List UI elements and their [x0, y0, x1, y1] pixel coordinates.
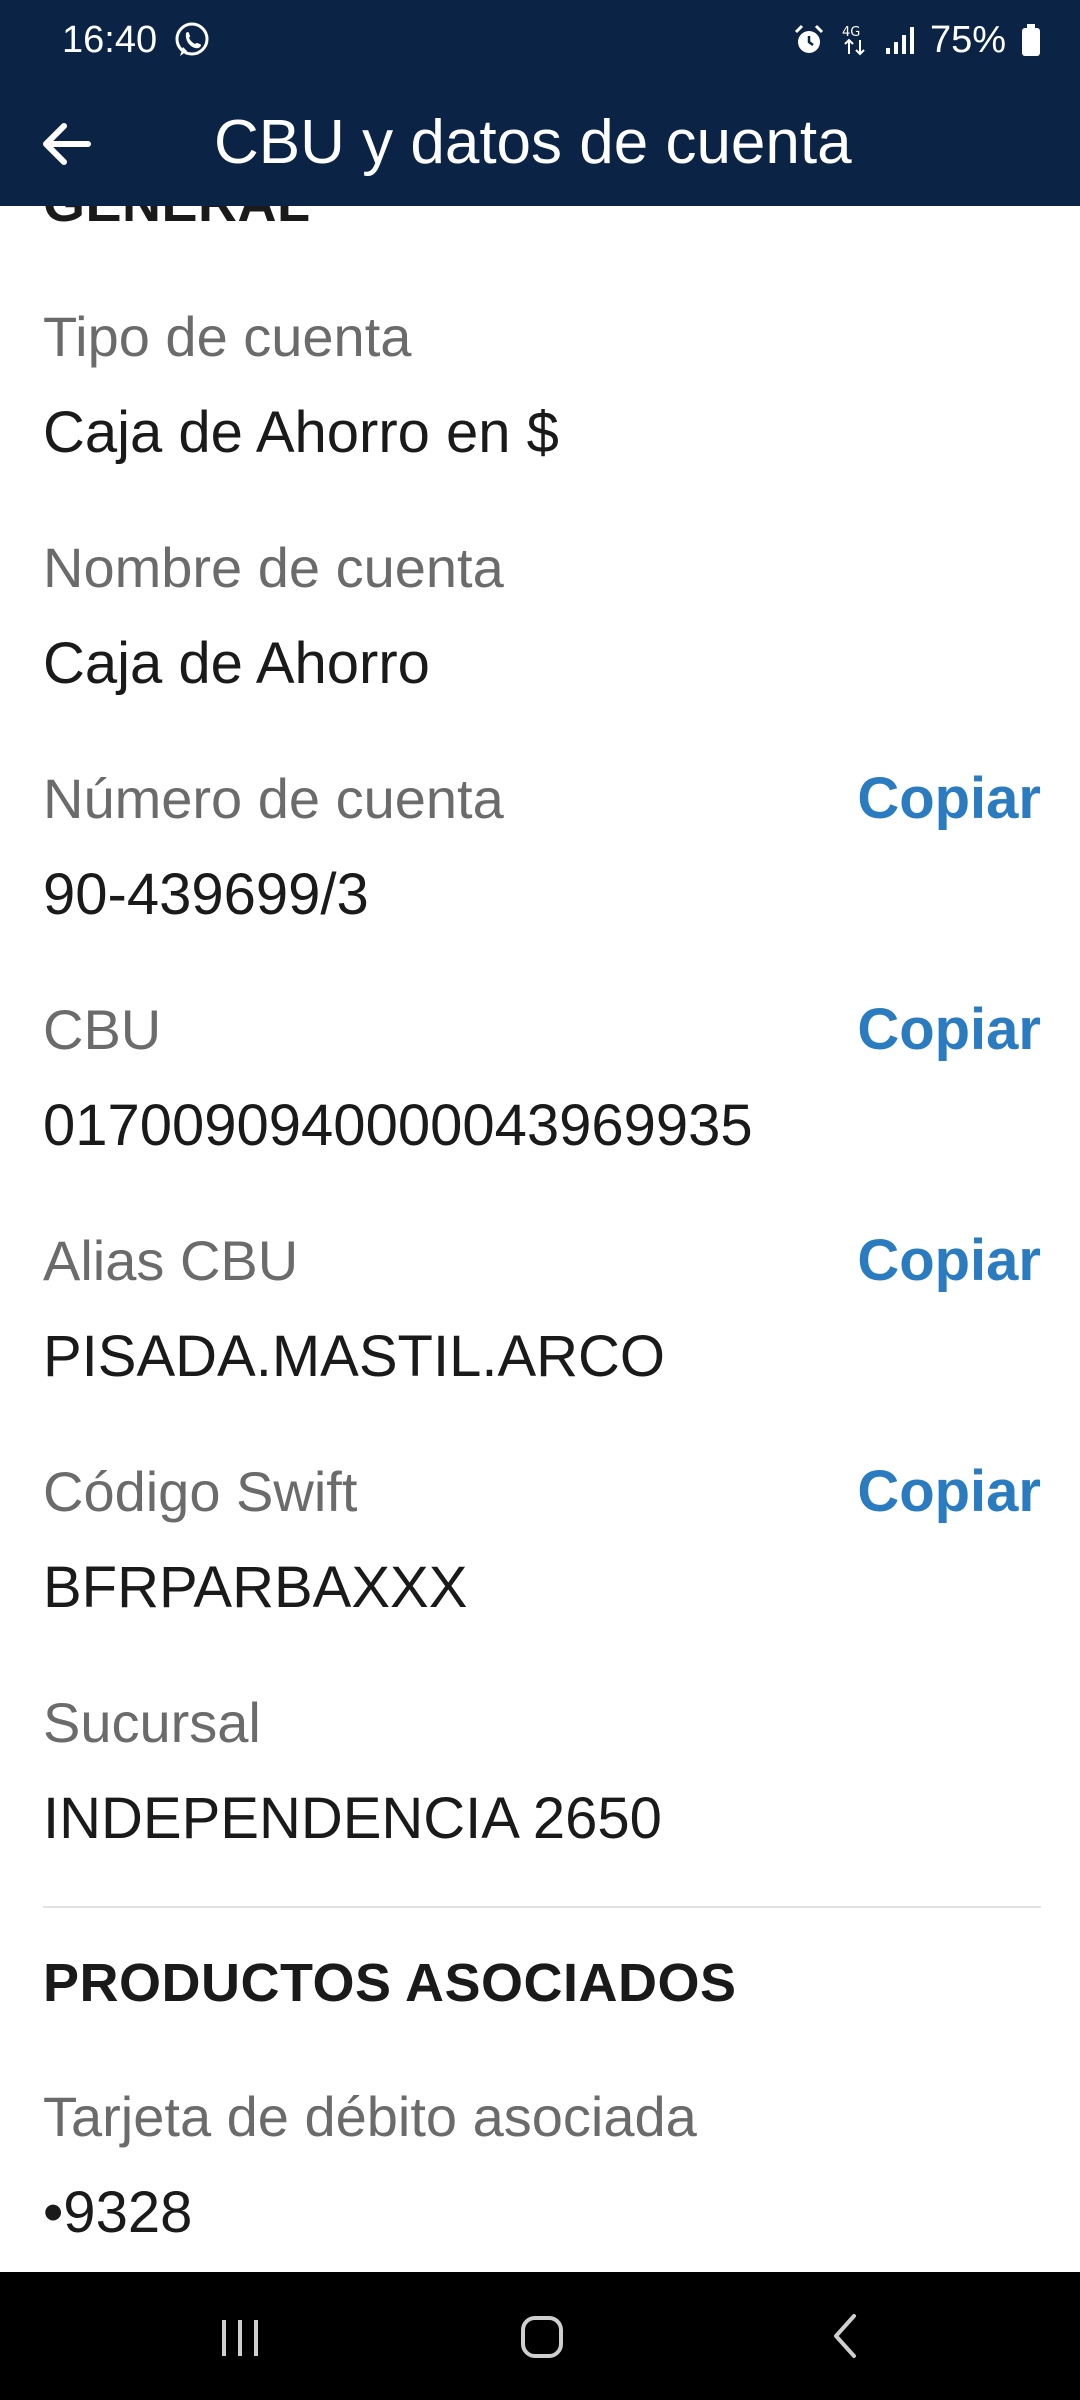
field-cbu: CBU Copiar 0170090940000043969935 — [43, 995, 1041, 1215]
field-numero-de-cuenta: Número de cuenta Copiar 90-439699/3 — [43, 764, 1041, 984]
copy-codigo-swift-button[interactable]: Copiar — [857, 1457, 1041, 1527]
field-codigo-swift: Código Swift Copiar BFRPARBAXXX — [43, 1457, 1041, 1677]
field-value: 90-439699/3 — [43, 862, 369, 927]
field-label: Tarjeta de débito asociada — [43, 2085, 697, 2148]
field-label: Número de cuenta — [43, 767, 504, 830]
field-sucursal: Sucursal INDEPENDENCIA 2650 — [43, 1688, 1041, 1908]
copy-alias-cbu-button[interactable]: Copiar — [857, 1226, 1041, 1296]
home-icon[interactable] — [502, 2302, 582, 2370]
field-value: PISADA.MASTIL.ARCO — [43, 1324, 666, 1389]
signal-icon — [884, 24, 916, 56]
field-label: CBU — [43, 998, 162, 1061]
system-nav-bar — [0, 2272, 1080, 2400]
field-value: Caja de Ahorro — [43, 631, 430, 696]
whatsapp-icon — [172, 20, 212, 60]
recent-apps-icon[interactable] — [200, 2302, 280, 2370]
field-tipo-de-cuenta: Tipo de cuenta Caja de Ahorro en $ — [43, 302, 1041, 522]
section-heading-general: GENERAL — [43, 206, 311, 234]
copy-cbu-button[interactable]: Copiar — [857, 995, 1041, 1065]
app-bar: CBU y datos de cuenta — [0, 80, 1080, 206]
back-icon[interactable] — [806, 2302, 886, 2370]
field-value: INDEPENDENCIA 2650 — [43, 1786, 662, 1851]
field-label: Tipo de cuenta — [43, 305, 412, 368]
field-label: Código Swift — [43, 1460, 358, 1523]
account-details: GENERAL Tipo de cuenta Caja de Ahorro en… — [0, 206, 1080, 2272]
network-4g-icon: 4G — [840, 22, 870, 58]
arrow-left-icon[interactable] — [36, 116, 96, 172]
field-value: •9328 — [43, 2180, 193, 2245]
copy-numero-de-cuenta-button[interactable]: Copiar — [857, 764, 1041, 834]
field-label: Nombre de cuenta — [43, 536, 504, 599]
alarm-icon — [792, 23, 826, 57]
field-label: Alias CBU — [43, 1229, 299, 1292]
section-heading-productos-asociados: PRODUCTOS ASOCIADOS — [43, 1953, 737, 2013]
field-value: BFRPARBAXXX — [43, 1555, 468, 1620]
battery-percent: 75% — [929, 19, 1006, 61]
status-icons: 4G 75% — [792, 14, 1042, 66]
field-alias-cbu: Alias CBU Copiar PISADA.MASTIL.ARCO — [43, 1226, 1041, 1446]
field-label: Sucursal — [43, 1691, 261, 1754]
svg-text:4G: 4G — [842, 25, 860, 40]
battery-icon — [1020, 23, 1042, 57]
field-value: Caja de Ahorro en $ — [43, 400, 559, 465]
section-divider — [43, 1906, 1041, 1908]
field-tarjeta-de-debito: Tarjeta de débito asociada •9328 — [43, 2082, 1041, 2272]
field-nombre-de-cuenta: Nombre de cuenta Caja de Ahorro — [43, 533, 1041, 753]
status-time: 16:40 — [62, 19, 158, 61]
status-bar: 16:40 4G 75% — [0, 0, 1080, 80]
page-title: CBU y datos de cuenta — [214, 108, 852, 177]
field-value: 0170090940000043969935 — [43, 1093, 753, 1158]
